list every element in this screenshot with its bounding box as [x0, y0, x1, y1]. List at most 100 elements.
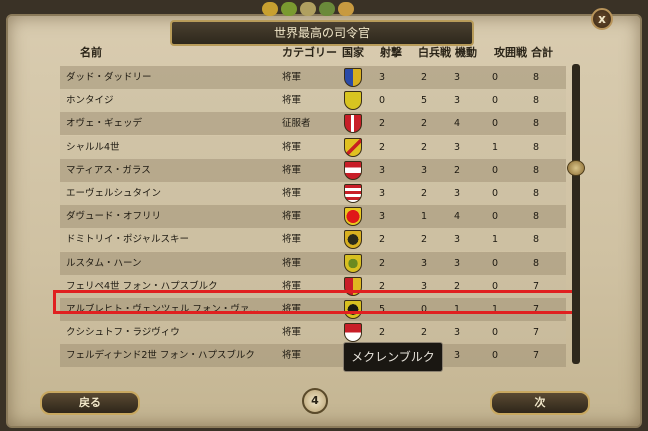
table-row[interactable]: シャルル4世 将軍 2 2 3 1 8: [60, 135, 566, 159]
fire-value: 3: [378, 164, 386, 176]
maneuver-value: 4: [453, 118, 461, 130]
fire-value: 2: [378, 234, 386, 246]
country-tooltip: メクレンブルク: [343, 342, 443, 372]
fire-value: 2: [378, 141, 386, 153]
shock-value: 2: [420, 234, 428, 246]
commander-category: 将軍: [282, 164, 302, 176]
highlight-box: [53, 290, 575, 314]
commander-name: ダヴュード・オフリリ: [66, 211, 162, 223]
siege-value: 0: [491, 95, 499, 107]
siege-value: 0: [491, 211, 499, 223]
maneuver-value: 3: [453, 72, 461, 83]
shield-icon: [281, 2, 297, 16]
total-value: 8: [532, 118, 540, 130]
header-total[interactable]: 合計: [531, 44, 553, 60]
table-row[interactable]: オヴェ・ギェッデ 征服者 2 2 4 0 8: [60, 112, 566, 136]
total-value: 7: [532, 327, 540, 339]
total-value: 8: [532, 211, 540, 223]
commander-name: オヴェ・ギェッデ: [66, 118, 143, 130]
header-fire[interactable]: 射撃: [380, 44, 402, 60]
fire-value: 3: [378, 72, 386, 83]
siege-value: 0: [491, 350, 499, 362]
table-row[interactable]: ダヴュード・オフリリ 将軍 3 1 4 0 8: [60, 205, 566, 229]
commander-name: エーヴェルシュタイン: [66, 187, 162, 199]
flag-poland-icon: [344, 323, 362, 343]
shock-value: 3: [420, 257, 428, 269]
total-value: 8: [532, 164, 540, 176]
flag-denmark-icon: [344, 114, 362, 134]
back-button[interactable]: 戻る: [40, 391, 140, 415]
commander-category: 将軍: [282, 327, 302, 339]
table-row[interactable]: マティアス・ガラス 将軍 3 3 2 0 8: [60, 158, 566, 182]
helmet-icon: [300, 2, 316, 16]
flag-lorraine-icon: [344, 137, 362, 157]
commander-category: 将軍: [282, 234, 302, 246]
fire-value: 3: [378, 187, 386, 199]
total-value: 8: [532, 234, 540, 246]
maneuver-value: 4: [453, 211, 461, 223]
flag-hesse-icon: [344, 183, 362, 203]
horse-icon: [338, 2, 354, 16]
top-icon-bar: [262, 2, 354, 18]
shock-value: 3: [420, 164, 428, 176]
table-row[interactable]: エーヴェルシュタイン 将軍 3 2 3 0 8: [60, 181, 566, 205]
commander-category: 将軍: [282, 141, 302, 153]
flag-kartli-icon: [344, 253, 362, 273]
table-row[interactable]: ホンタイジ 将軍 0 5 3 0 8: [60, 89, 566, 113]
maneuver-value: 3: [453, 257, 461, 269]
flag-austria-icon: [344, 160, 362, 180]
scrollbar-track[interactable]: [572, 64, 580, 364]
header-maneuver[interactable]: 機動: [455, 44, 477, 60]
page-number: 4: [302, 388, 328, 414]
siege-value: 0: [491, 187, 499, 199]
siege-value: 0: [491, 327, 499, 339]
commander-category: 将軍: [282, 72, 302, 83]
commander-name: クシシュトフ・ラジヴィウ: [66, 327, 180, 339]
maneuver-value: 2: [453, 164, 461, 176]
commander-name: ルスタム・ハーン: [66, 257, 142, 269]
table-row[interactable]: クシシュトフ・ラジヴィウ 将軍 2 2 3 0 7: [60, 321, 566, 345]
commander-category: 将軍: [282, 350, 302, 362]
maneuver-value: 3: [453, 141, 461, 153]
siege-value: 1: [491, 141, 499, 153]
commander-category: 将軍: [282, 257, 302, 269]
scrollbar-thumb[interactable]: [567, 160, 585, 176]
shock-value: 2: [420, 141, 428, 153]
header-shock[interactable]: 白兵戦: [418, 44, 451, 60]
fire-value: 0: [378, 95, 386, 107]
siege-value: 0: [491, 72, 499, 83]
commander-category: 将軍: [282, 95, 302, 107]
shock-value: 2: [420, 72, 428, 83]
fire-value: 2: [378, 118, 386, 130]
table-row[interactable]: ダッド・ダッドリー 将軍 3 2 3 0 8: [60, 66, 566, 89]
total-value: 8: [532, 95, 540, 107]
flag-manchu-icon: [344, 91, 362, 111]
header-name[interactable]: 名前: [80, 44, 102, 60]
siege-value: 0: [491, 118, 499, 130]
shock-value: 2: [420, 118, 428, 130]
total-value: 8: [532, 187, 540, 199]
table-row[interactable]: ルスタム・ハーン 将軍 2 3 3 0 8: [60, 251, 566, 275]
cannon-icon: [319, 2, 335, 16]
siege-value: 0: [491, 164, 499, 176]
commander-name: フェルディナンド2世 フォン・ハプスブルク: [66, 350, 255, 362]
maneuver-value: 3: [453, 327, 461, 339]
maneuver-value: 3: [453, 350, 461, 362]
commander-category: 将軍: [282, 211, 302, 223]
table-header: 名前 カテゴリー 国家 射撃 白兵戦 機動 攻囲戦 合計: [0, 44, 648, 62]
table-row[interactable]: フェルディナンド2世 フォン・ハプスブルク 将軍 3 0 7: [60, 344, 566, 368]
table-row[interactable]: ドミトリイ・ポジャルスキー 将軍 2 2 3 1 8: [60, 228, 566, 252]
crown-icon: [262, 2, 278, 16]
header-country[interactable]: 国家: [342, 44, 364, 60]
close-button[interactable]: x: [591, 8, 613, 30]
siege-value: 0: [491, 257, 499, 269]
next-button[interactable]: 次: [490, 391, 590, 415]
flag-russia-icon: [344, 230, 362, 250]
fire-value: 2: [378, 257, 386, 269]
commander-name: マティアス・ガラス: [66, 164, 151, 176]
header-category[interactable]: カテゴリー: [282, 44, 337, 60]
commander-table: ダッド・ダッドリー 将軍 3 2 3 0 8 ホンタイジ 将軍 0 5 3 0 …: [60, 66, 566, 368]
flag-georgia-icon: [344, 207, 362, 227]
siege-value: 1: [491, 234, 499, 246]
header-siege[interactable]: 攻囲戦: [494, 44, 527, 60]
